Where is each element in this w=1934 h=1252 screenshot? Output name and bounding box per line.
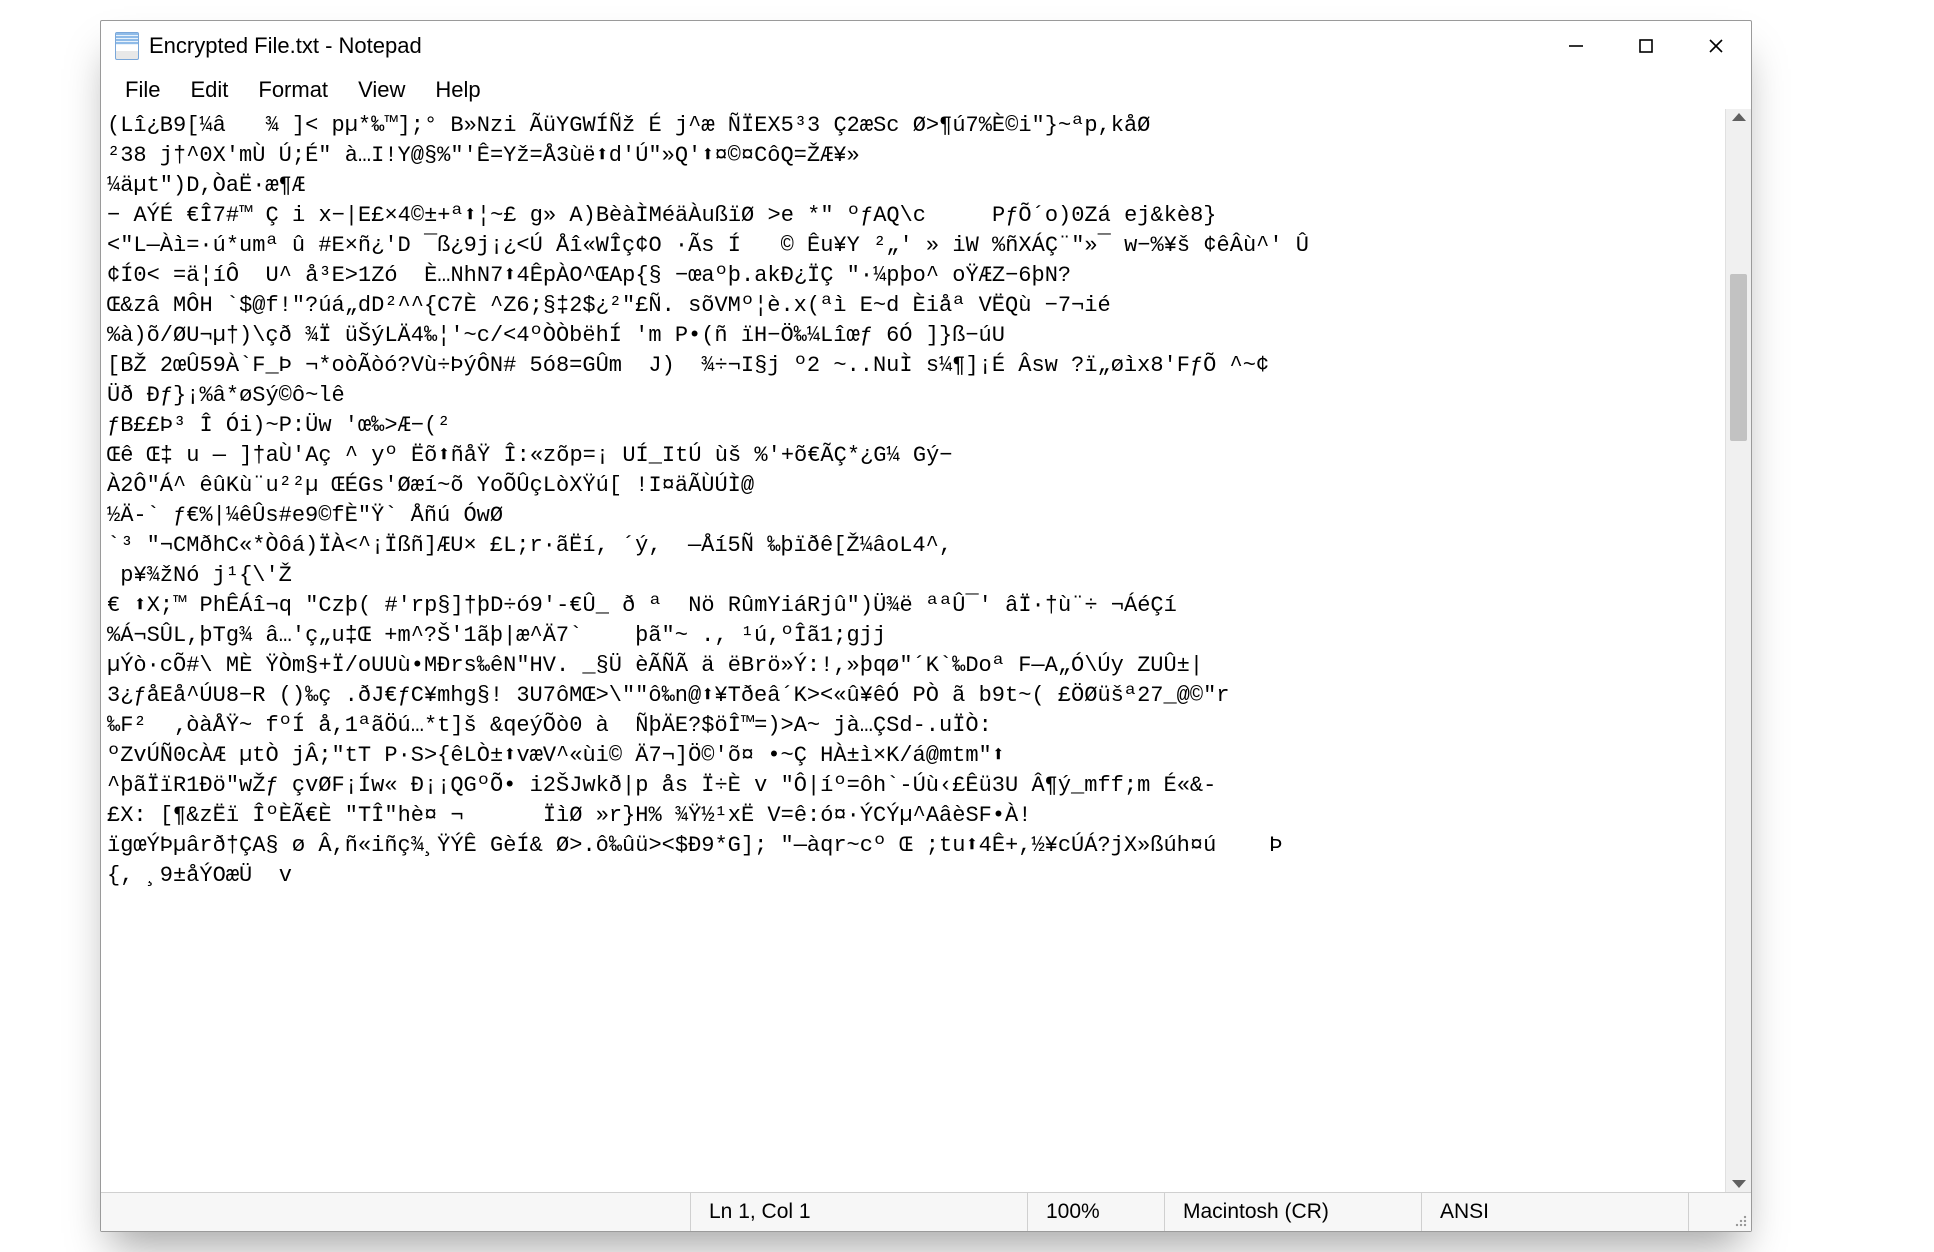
resize-grip-icon[interactable] bbox=[1688, 1193, 1751, 1231]
menu-view[interactable]: View bbox=[344, 73, 419, 107]
vertical-scrollbar[interactable] bbox=[1725, 109, 1751, 1192]
notepad-window: Encrypted File.txt - Notepad bbox=[100, 20, 1752, 1232]
status-empty bbox=[101, 1193, 690, 1231]
client-area: (Lî¿B9[¼â￻ ¾￻]< pµ*‰™];°￻B»Nzi￻ÃüYGWÍÑž￻… bbox=[101, 109, 1751, 1192]
status-encoding: ANSI bbox=[1421, 1193, 1688, 1231]
close-button[interactable] bbox=[1681, 21, 1751, 71]
maximize-button[interactable] bbox=[1611, 21, 1681, 71]
status-lineending: Macintosh (CR) bbox=[1164, 1193, 1421, 1231]
status-zoom: 100% bbox=[1027, 1193, 1164, 1231]
scroll-track[interactable] bbox=[1726, 127, 1751, 1174]
menu-file[interactable]: File bbox=[111, 73, 174, 107]
scroll-thumb[interactable] bbox=[1730, 274, 1747, 442]
title-bar[interactable]: Encrypted File.txt - Notepad bbox=[101, 21, 1751, 71]
text-content[interactable]: (Lî¿B9[¼â￻ ¾￻]< pµ*‰™];°￻B»Nzi￻ÃüYGWÍÑž￻… bbox=[101, 109, 1725, 1192]
status-position: Ln 1, Col 1 bbox=[690, 1193, 1027, 1231]
status-bar: Ln 1, Col 1 100% Macintosh (CR) ANSI bbox=[101, 1192, 1751, 1231]
window-title: Encrypted File.txt - Notepad bbox=[149, 33, 422, 59]
menu-edit[interactable]: Edit bbox=[176, 73, 242, 107]
scroll-down-arrow-icon[interactable] bbox=[1732, 1180, 1746, 1188]
menu-bar: File Edit Format View Help bbox=[101, 71, 1751, 109]
menu-help[interactable]: Help bbox=[421, 73, 494, 107]
minimize-button[interactable] bbox=[1541, 21, 1611, 71]
menu-format[interactable]: Format bbox=[244, 73, 342, 107]
app-icon bbox=[115, 32, 139, 60]
scroll-up-arrow-icon[interactable] bbox=[1732, 113, 1746, 121]
